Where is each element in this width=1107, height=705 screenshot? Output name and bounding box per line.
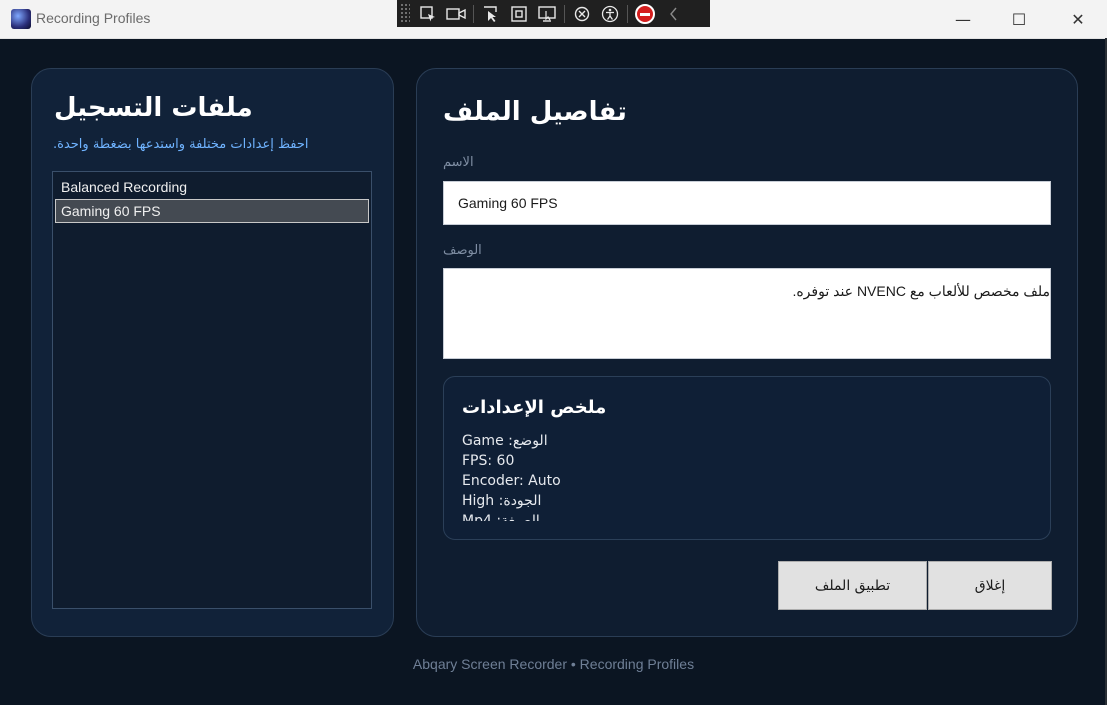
accessibility-icon[interactable]	[596, 2, 624, 26]
details-panel: تفاصيل الملف الاسم Gaming 60 FPS الوصف م…	[416, 68, 1078, 637]
select-element-icon[interactable]	[414, 2, 442, 26]
summary-title: ملخص الإعدادات	[462, 397, 607, 418]
stop-button[interactable]	[631, 2, 659, 26]
close-icon: ✕	[1071, 9, 1085, 29]
toolbar-separator	[473, 4, 474, 23]
list-item-selected[interactable]: Gaming 60 FPS	[55, 199, 369, 223]
profiles-panel: ملفات التسجيل احفظ إعدادات مختلفة واستدع…	[31, 68, 394, 637]
apply-profile-button[interactable]: تطبيق الملف	[778, 561, 927, 610]
profiles-title: ملفات التسجيل	[54, 93, 253, 123]
hot-reload-icon[interactable]	[568, 2, 596, 26]
debug-toolbar	[397, 0, 710, 27]
stop-icon	[635, 3, 655, 24]
settings-summary: ملخص الإعدادات الوضع: Game FPS: 60 Encod…	[443, 376, 1051, 540]
description-field[interactable]: ملف مخصص للألعاب مع NVENC عند توفره.	[443, 268, 1051, 359]
summary-line-encoder: Encoder: Auto	[462, 473, 561, 489]
video-icon[interactable]	[442, 2, 470, 26]
pointer-icon[interactable]	[477, 2, 505, 26]
description-label: الوصف	[443, 243, 482, 258]
details-title: تفاصيل الملف	[443, 97, 627, 127]
close-button[interactable]: إغلاق	[928, 561, 1052, 610]
minimize-icon: —	[955, 9, 971, 29]
minimize-button[interactable]: —	[940, 0, 986, 38]
name-field[interactable]: Gaming 60 FPS	[443, 181, 1051, 225]
profiles-subtitle: احفظ إعدادات مختلفة واستدعها بضغطة واحدة…	[53, 137, 309, 152]
toolbar-separator	[627, 4, 628, 23]
summary-line-quality: الجودة: High	[462, 493, 542, 509]
window-title: Recording Profiles	[36, 10, 151, 26]
footer-text: Abqary Screen Recorder • Recording Profi…	[412, 656, 695, 672]
summary-line-fps: FPS: 60	[462, 453, 515, 469]
list-item[interactable]: Balanced Recording	[55, 175, 369, 199]
toolbar-grip[interactable]	[400, 3, 410, 24]
display-layout-icon[interactable]	[533, 2, 561, 26]
toolbar-separator	[564, 4, 565, 23]
close-window-button[interactable]: ✕	[1055, 0, 1101, 38]
summary-line-mode: الوضع: Game	[462, 433, 548, 449]
name-label: الاسم	[443, 155, 474, 170]
maximize-button[interactable]: ☐	[996, 0, 1042, 38]
summary-line-format: الصيغة: Mp4	[462, 513, 540, 521]
collapse-icon[interactable]	[659, 2, 687, 26]
maximize-icon: ☐	[1011, 9, 1027, 29]
profiles-list[interactable]: Balanced Recording Gaming 60 FPS	[52, 171, 372, 609]
app-icon	[11, 9, 31, 29]
summary-lines: الوضع: Game FPS: 60 Encoder: Auto الجودة…	[462, 431, 1022, 521]
frame-icon[interactable]	[505, 2, 533, 26]
